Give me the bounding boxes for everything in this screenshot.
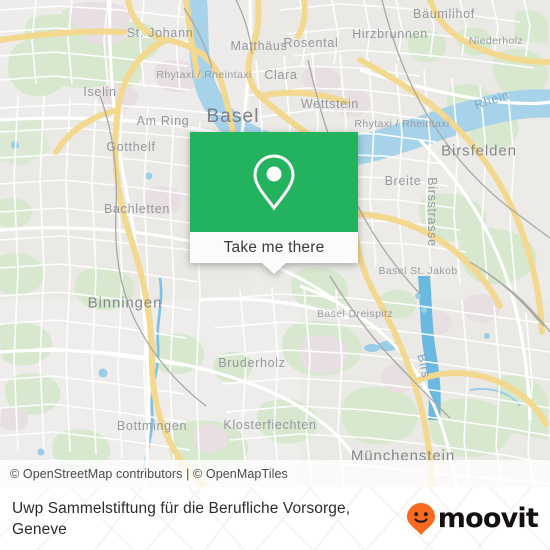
place-title: Uwp Sammelstiftung für die Berufliche Vo… [12,499,351,538]
callout-header [190,132,358,232]
map-label: Gotthelf [106,140,156,154]
map-label: Bottmingen [116,419,188,433]
callout-tail [262,263,286,274]
map-label: Clara [264,68,298,82]
map-label: Rhytaxi / Rheintaxi [354,118,450,130]
map-label: Binningen [87,294,163,312]
map-label: Am Ring [136,114,190,128]
map-label: St. Johann [126,26,194,40]
footer-bar: Uwp Sammelstiftung für die Berufliche Vo… [0,487,550,550]
callout-action[interactable]: Take me there [190,232,358,274]
map-label: Bachletten [103,202,171,216]
map-label: Matthäus [230,39,288,53]
map-label: Rosental [283,36,339,50]
map-label: Bruderholz [218,356,286,370]
map-label: Breite [384,174,422,188]
location-callout[interactable]: Take me there [190,132,358,274]
map-label: Birsstrasse [425,177,439,247]
map-label: Wettstein [300,97,360,111]
map-attribution-bar: © OpenStreetMap contributors | © OpenMap… [0,460,550,487]
map-label: Birsfelden [441,142,517,160]
map-label: Birs [414,352,434,380]
map-label: Hirzbrunnen [352,27,428,41]
map-label: Rhytaxi / Rheintaxi [156,69,252,81]
map-label: Basel [206,106,260,127]
map-label: Rhein [472,87,512,113]
map-label: Klosterfiechten [223,418,317,432]
map-label: Niederholz [468,35,524,47]
page-root: St. Johann Matthäus Rosental Hirzbrunnen Bäu… [0,0,550,550]
moovit-logo[interactable]: moovit [406,502,539,536]
attribution-text[interactable]: © OpenStreetMap contributors | © OpenMap… [0,467,288,481]
map-canvas[interactable]: St. Johann Matthäus Rosental Hirzbrunnen Bäu… [0,0,550,487]
map-pin-icon [253,154,295,211]
moovit-wordmark: moovit [437,503,539,534]
take-me-there-label: Take me there [223,238,325,256]
map-label: Basel St. Jakob [378,265,458,277]
moovit-pin-icon [406,502,435,535]
map-label: Basel Dreispitz [316,308,394,320]
map-label: Bäumlihof [413,7,475,21]
map-label: Iselin [83,85,117,99]
